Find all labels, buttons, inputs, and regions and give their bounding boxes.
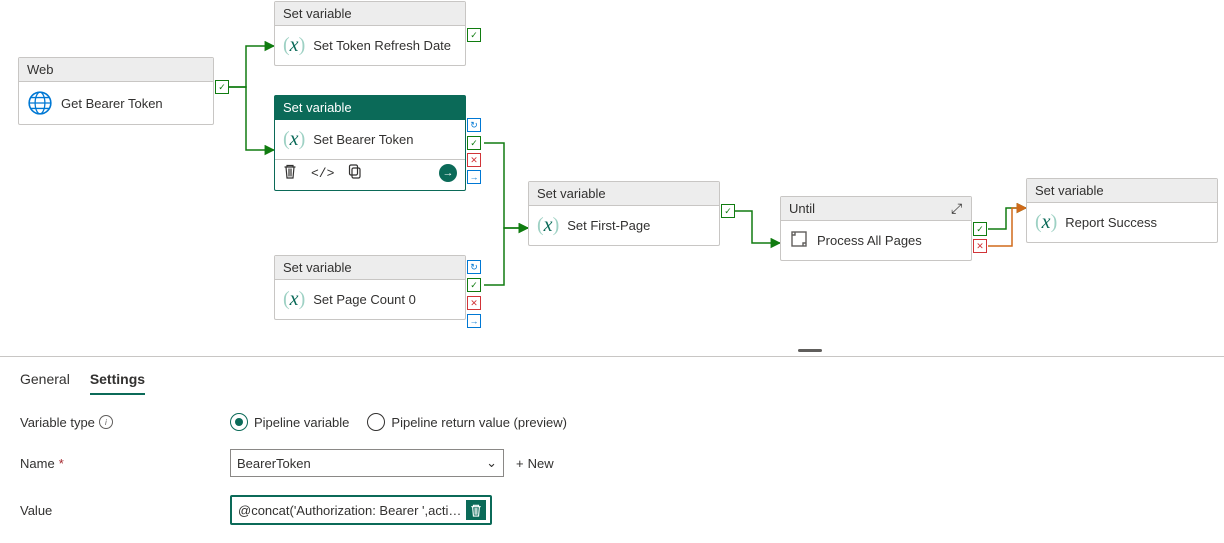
port-failure[interactable]: ✕: [973, 239, 987, 253]
activity-set-first-page[interactable]: Set variable x Set First-Page: [528, 181, 720, 246]
activity-set-page-count[interactable]: Set variable x Set Page Count 0: [274, 255, 466, 320]
port-failure[interactable]: ✕: [467, 153, 481, 167]
port-forward[interactable]: ↻: [467, 260, 481, 274]
activity-title: Process All Pages: [817, 233, 922, 248]
port-success[interactable]: ✓: [467, 136, 481, 150]
copy-icon[interactable]: [348, 164, 362, 182]
activity-title: Set First-Page: [567, 218, 650, 233]
activity-type: Set variable: [275, 2, 465, 26]
label-value: Value: [20, 503, 52, 518]
variable-icon: x: [1035, 211, 1057, 234]
activity-title: Set Bearer Token: [313, 132, 413, 147]
port-forward[interactable]: ↻: [467, 118, 481, 132]
globe-icon: [27, 90, 53, 116]
run-icon[interactable]: →: [439, 164, 457, 182]
variable-icon: x: [537, 214, 559, 237]
radio-dot-icon: [367, 413, 385, 431]
label-variable-type: Variable type: [20, 415, 95, 430]
variable-icon: x: [283, 288, 305, 311]
port-skip[interactable]: →: [467, 170, 481, 184]
activity-until[interactable]: Until Process All Pages ⤢: [780, 196, 972, 261]
radio-pipeline-return[interactable]: Pipeline return value (preview): [367, 413, 567, 431]
activity-title: Set Token Refresh Date: [313, 38, 451, 53]
delete-icon[interactable]: [283, 164, 297, 182]
plus-icon: +: [516, 456, 524, 471]
value-expression-input[interactable]: @concat('Authorization: Bearer ',acti…: [230, 495, 492, 525]
port-success[interactable]: ✓: [467, 278, 481, 292]
port-success[interactable]: ✓: [215, 80, 229, 94]
port-skip[interactable]: →: [467, 314, 481, 328]
radio-dot-icon: [230, 413, 248, 431]
activity-title: Set Page Count 0: [313, 292, 416, 307]
variable-icon: x: [283, 34, 305, 57]
activity-type: Set variable: [1027, 179, 1217, 203]
properties-panel: General Settings Variable type i Pipelin…: [0, 356, 1224, 543]
chevron-down-icon: ⌄: [486, 455, 497, 471]
activity-type: Until: [781, 197, 971, 221]
name-dropdown[interactable]: BearerToken ⌄: [230, 449, 504, 477]
value-expression-text: @concat('Authorization: Bearer ',acti…: [238, 503, 466, 518]
activity-type: Set variable: [529, 182, 719, 206]
radio-label: Pipeline return value (preview): [391, 415, 567, 430]
panel-resize-handle[interactable]: [798, 349, 822, 352]
required-asterisk: *: [59, 456, 64, 471]
new-variable-button[interactable]: + New: [516, 456, 554, 471]
expand-icon[interactable]: ⤢: [951, 200, 967, 216]
activity-set-refresh-date[interactable]: Set variable x Set Token Refresh Date: [274, 1, 466, 66]
tab-general[interactable]: General: [20, 371, 70, 395]
activity-type: Set variable: [275, 96, 465, 120]
activity-type: Web: [19, 58, 213, 82]
port-success[interactable]: ✓: [973, 222, 987, 236]
expand-activities-icon[interactable]: [789, 229, 809, 252]
port-failure[interactable]: ✕: [467, 296, 481, 310]
info-icon[interactable]: i: [99, 415, 113, 429]
new-label: New: [528, 456, 554, 471]
tab-settings[interactable]: Settings: [90, 371, 145, 395]
label-name: Name: [20, 456, 55, 471]
activity-report-success[interactable]: Set variable x Report Success: [1026, 178, 1218, 243]
activity-title: Report Success: [1065, 215, 1157, 230]
radio-label: Pipeline variable: [254, 415, 349, 430]
port-success[interactable]: ✓: [721, 204, 735, 218]
clear-expression-button[interactable]: [466, 500, 486, 520]
code-icon[interactable]: </>: [311, 166, 334, 181]
activity-web[interactable]: Web Get Bearer Token: [18, 57, 214, 125]
port-success[interactable]: ✓: [467, 28, 481, 42]
activity-title: Get Bearer Token: [61, 96, 163, 111]
panel-tabs: General Settings: [20, 371, 1204, 395]
radio-pipeline-variable[interactable]: Pipeline variable: [230, 413, 349, 431]
activity-set-bearer-token[interactable]: Set variable x Set Bearer Token </> →: [274, 95, 466, 191]
variable-icon: x: [283, 128, 305, 151]
name-dropdown-value: BearerToken: [237, 456, 311, 471]
activity-type: Set variable: [275, 256, 465, 280]
